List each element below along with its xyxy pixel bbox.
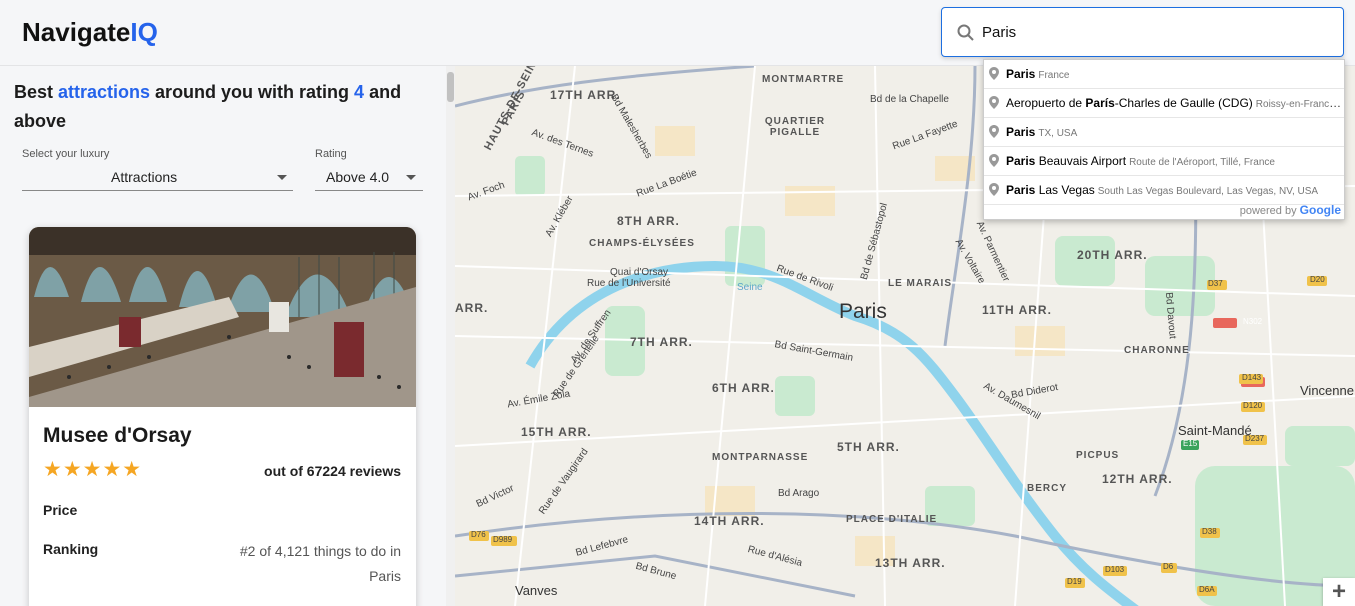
rating-select-value: Above 4.0 — [326, 169, 390, 185]
district-label: MONTPARNASSE — [712, 452, 809, 463]
attraction-photo — [29, 227, 416, 407]
attraction-title: Musee d'Orsay — [43, 424, 192, 447]
district-label: CHAMPS-ÉLYSÉES — [589, 238, 695, 249]
road-badge: D103 — [1105, 565, 1125, 574]
road-badge: D120 — [1243, 401, 1263, 410]
suggestion-item[interactable]: Aeropuerto de París-Charles de Gaulle (C… — [984, 89, 1344, 118]
district-label: 6TH ARR. — [712, 381, 775, 395]
district-label: 8TH ARR. — [617, 214, 680, 228]
road-badge: D237 — [1245, 434, 1265, 443]
autocomplete-dropdown: Paris France Aeropuerto de París-Charles … — [983, 59, 1345, 220]
luxury-select-value: Attractions — [111, 169, 178, 185]
rating-label: Rating — [315, 148, 347, 160]
powered-by-google: powered by Google — [1239, 203, 1341, 217]
rating-highlight: 4 — [354, 82, 365, 102]
district-label: MONTMARTRE — [762, 74, 845, 85]
road-badge: N302 — [1243, 317, 1263, 326]
district-label: CHARONNE — [1124, 345, 1190, 356]
street-label: Bd de la Chapelle — [870, 94, 949, 105]
suggestion-item[interactable]: Paris Beauvais Airport Route de l'Aéropor… — [984, 147, 1344, 176]
location-pin-icon — [989, 96, 999, 109]
results-panel: Best attractions around you with rating … — [0, 66, 446, 606]
road-badge: D76 — [471, 530, 486, 539]
attraction-card[interactable]: Musee d'Orsay ★★★★★ out of 67224 reviews… — [29, 227, 416, 606]
district-label: 20TH ARR. — [1077, 248, 1148, 262]
top-header: NavigateIQ — [0, 0, 1355, 66]
place-label: Vanves — [515, 583, 558, 598]
search-input[interactable] — [982, 18, 1322, 46]
district-label: BERCY — [1027, 483, 1068, 494]
city-label: Paris — [839, 300, 887, 323]
district-label: QUARTIER PIGALLE — [764, 116, 826, 138]
category-highlight: attractions — [58, 82, 151, 102]
location-pin-icon — [989, 67, 999, 80]
place-label: Saint-Mandé — [1178, 423, 1252, 438]
road-badge: D6 — [1163, 562, 1174, 571]
district-label: 12TH ARR. — [1102, 472, 1173, 486]
star-rating: ★★★★★ — [43, 458, 143, 481]
rating-select[interactable]: Above 4.0 — [315, 163, 423, 191]
district-label: 15TH ARR. — [521, 425, 592, 439]
ranking-label: Ranking — [43, 541, 99, 557]
river-label: Seine — [737, 282, 763, 293]
place-label: Vincenne — [1300, 383, 1354, 398]
chevron-down-icon — [277, 175, 287, 180]
district-label: PLACE D'ITALIE — [846, 514, 938, 525]
location-pin-icon — [989, 183, 999, 196]
road-badge: D37 — [1208, 279, 1223, 288]
district-label: 14TH ARR. — [694, 514, 765, 528]
suggestion-item[interactable]: Paris France — [984, 60, 1344, 89]
price-label: Price — [43, 502, 78, 518]
road-badge: D38 — [1202, 527, 1217, 536]
luxury-select[interactable]: Attractions — [22, 163, 293, 191]
scrollbar-thumb[interactable] — [447, 72, 454, 102]
search-box[interactable] — [941, 7, 1344, 57]
google-logo: Google — [1299, 203, 1341, 217]
road-badge: D143 — [1242, 373, 1262, 382]
road-badge: D19 — [1067, 577, 1082, 586]
location-pin-icon — [989, 125, 999, 138]
location-pin-icon — [989, 154, 999, 167]
district-label: 13TH ARR. — [875, 556, 946, 570]
app-logo[interactable]: NavigateIQ — [22, 17, 158, 48]
district-label: 11TH ARR. — [982, 303, 1052, 317]
results-heading: Best attractions around you with rating … — [14, 82, 402, 131]
district-label: 5TH ARR. — [837, 440, 900, 454]
review-count: out of 67224 reviews — [264, 463, 401, 479]
street-label: Bd Arago — [778, 488, 820, 499]
district-label: PICPUS — [1076, 450, 1120, 461]
suggestion-item[interactable]: Paris Las Vegas South Las Vegas Boulevard… — [984, 176, 1344, 205]
road-badge: D989 — [493, 535, 513, 544]
street-label: Rue de l'Université — [587, 278, 671, 289]
road-badge: D20 — [1310, 275, 1325, 284]
panel-scrollbar[interactable] — [446, 66, 455, 606]
ranking-value: #2 of 4,121 things to do in Paris — [239, 543, 401, 584]
suggestion-item[interactable]: Paris TX, USA — [984, 118, 1344, 147]
district-label: 7TH ARR. — [630, 335, 693, 349]
district-label: LE MARAIS — [888, 278, 952, 289]
street-label: Quai d'Orsay — [610, 267, 669, 278]
search-icon — [957, 24, 974, 41]
zoom-in-button[interactable]: + — [1323, 578, 1355, 606]
chevron-down-icon — [406, 175, 416, 180]
luxury-label: Select your luxury — [22, 148, 110, 160]
district-label: ARR. — [455, 301, 489, 315]
road-badge: D6A — [1199, 585, 1215, 594]
road-badge: E15 — [1183, 439, 1198, 448]
